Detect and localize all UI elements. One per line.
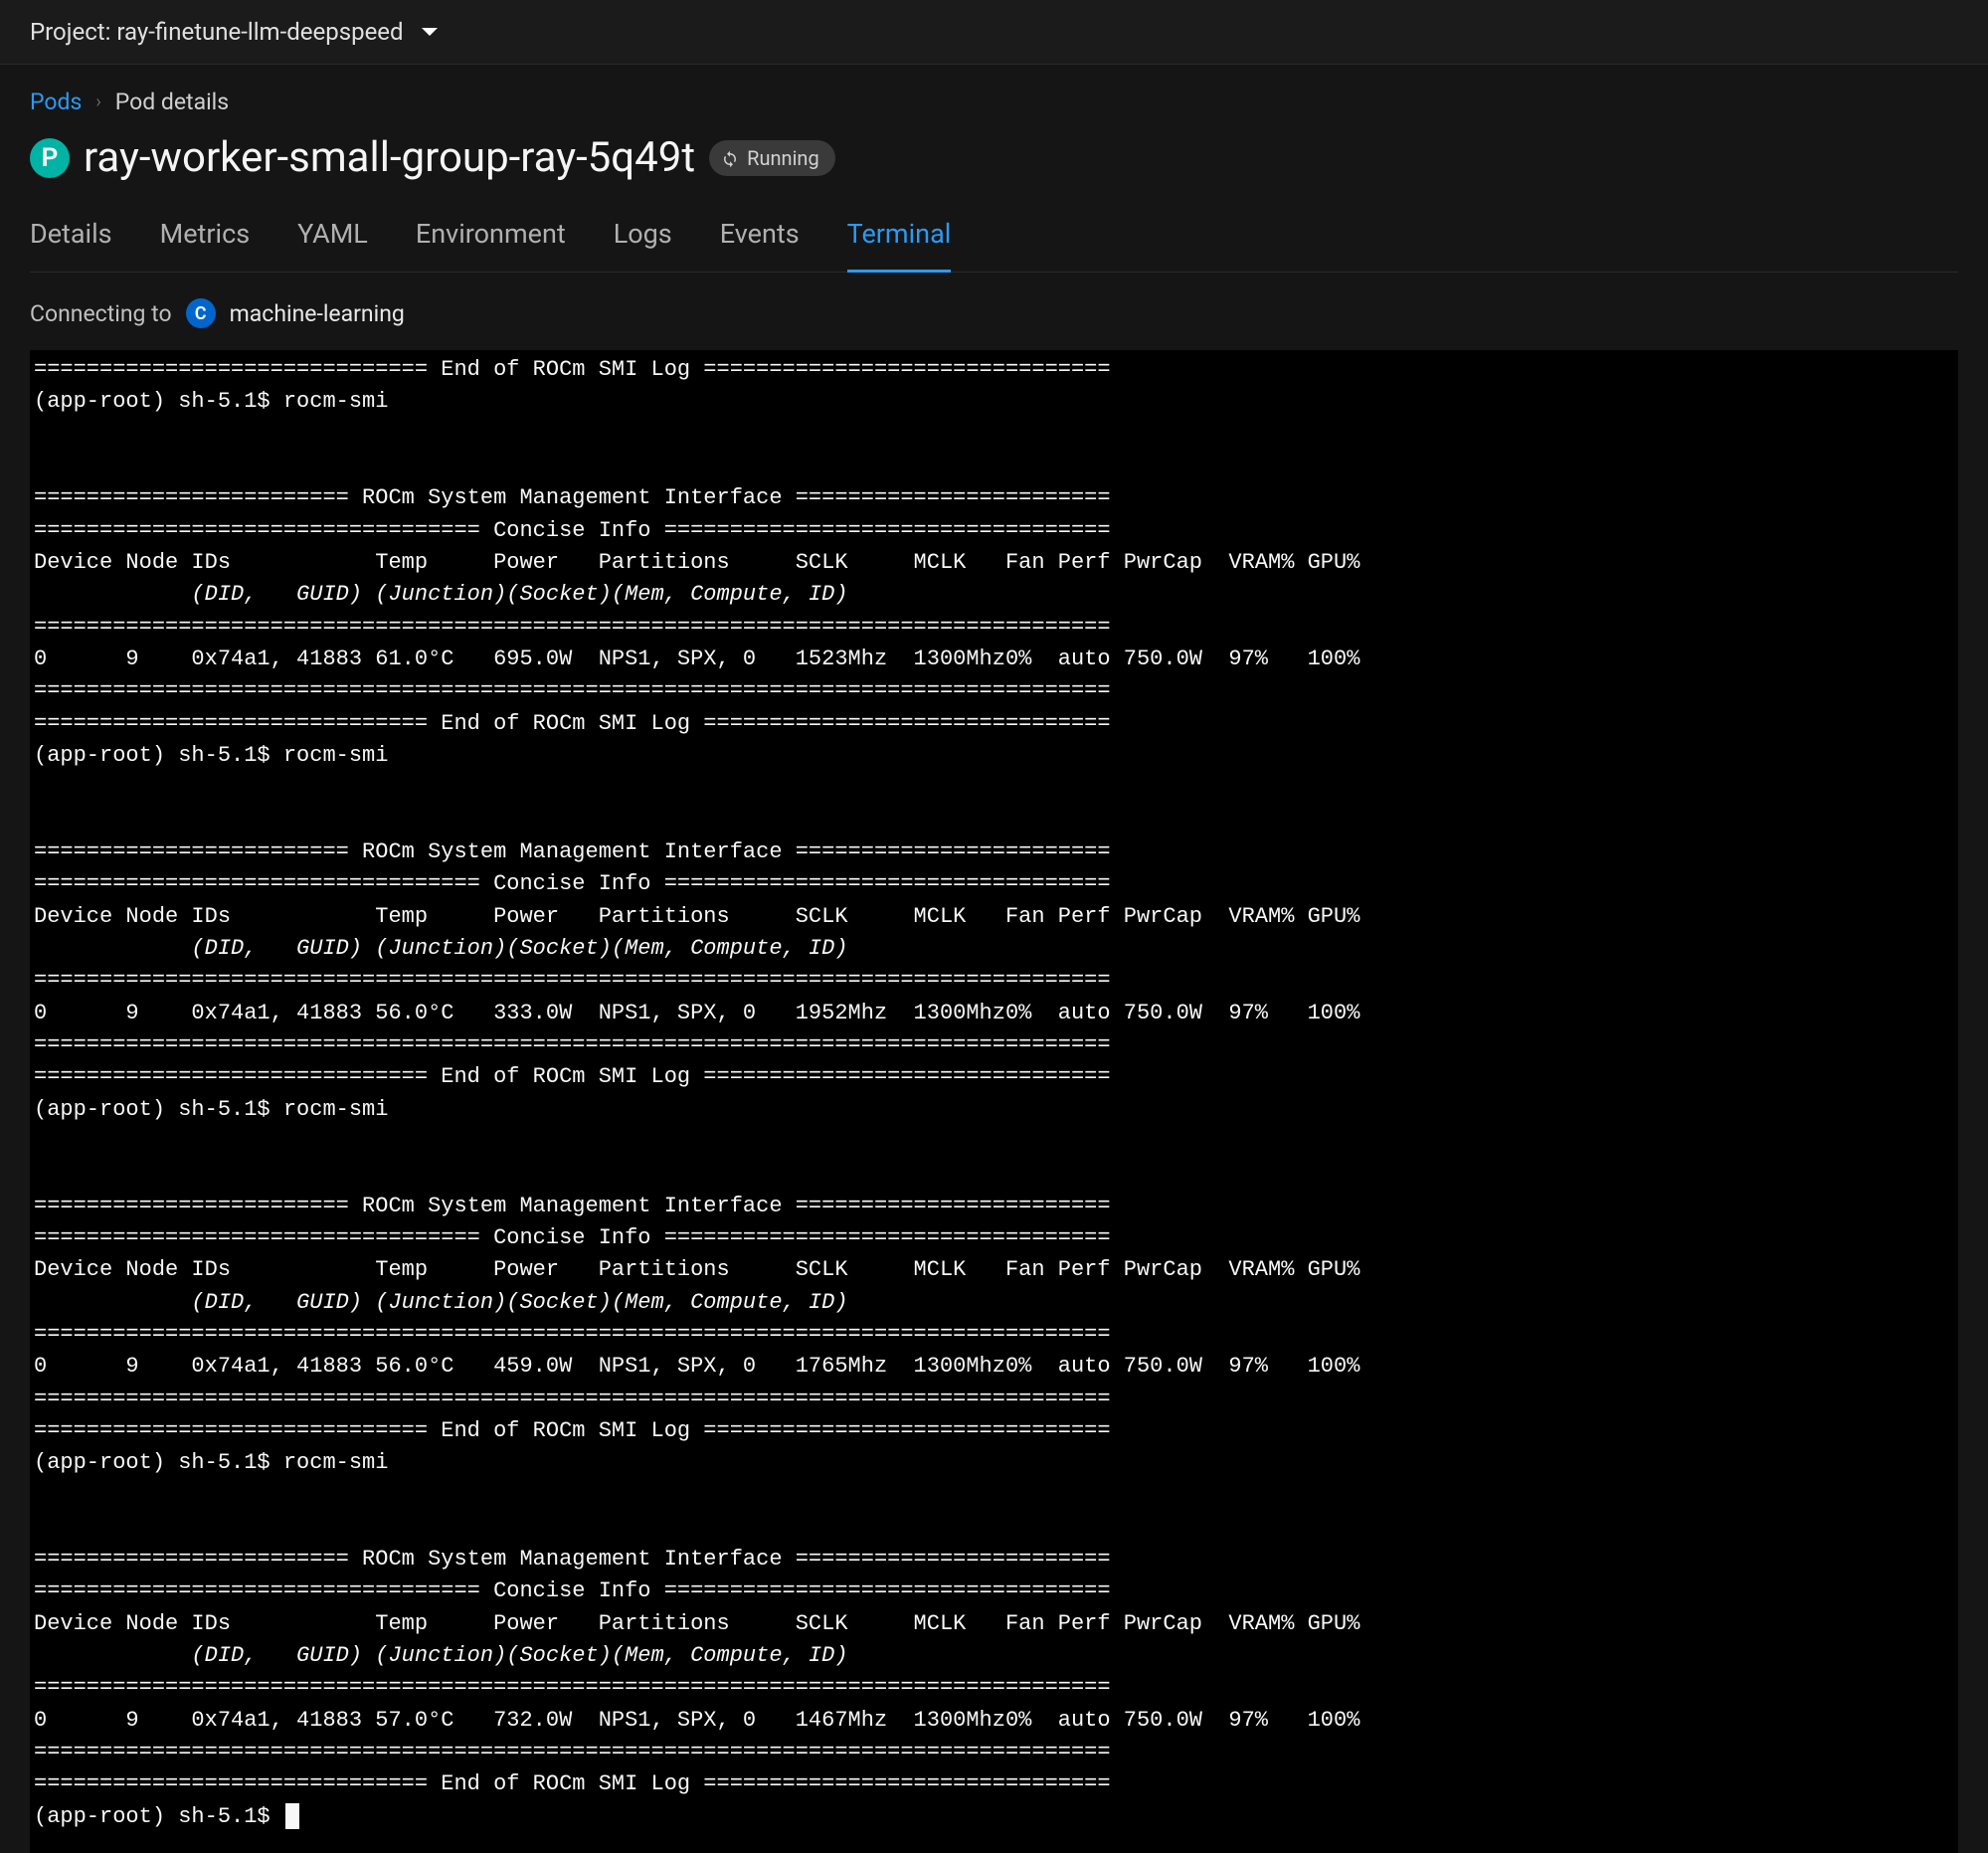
terminal-output[interactable]: ============================== End of RO… <box>30 350 1958 1853</box>
tab-terminal[interactable]: Terminal <box>847 218 952 272</box>
connecting-label: Connecting to <box>30 300 172 327</box>
tab-logs[interactable]: Logs <box>614 218 672 272</box>
tab-metrics[interactable]: Metrics <box>160 218 251 272</box>
tab-environment[interactable]: Environment <box>416 218 566 272</box>
page-title: ray-worker-small-group-ray-5q49t <box>84 133 695 182</box>
breadcrumb-root[interactable]: Pods <box>30 89 82 115</box>
sync-icon <box>721 149 739 167</box>
status-text: Running <box>747 146 819 170</box>
chevron-down-icon[interactable] <box>422 28 438 36</box>
project-label: Project: ray-finetune-llm-deepspeed <box>30 18 404 46</box>
connecting-row: Connecting to C machine-learning <box>0 273 1988 350</box>
tabs: Details Metrics YAML Environment Logs Events T… <box>30 218 1958 273</box>
pod-icon: P <box>30 138 70 178</box>
terminal-cursor <box>285 1803 299 1829</box>
breadcrumb: Pods › Pod details <box>30 89 1958 115</box>
status-badge: Running <box>709 140 835 176</box>
project-selector-bar: Project: ray-finetune-llm-deepspeed <box>0 0 1988 65</box>
tab-events[interactable]: Events <box>720 218 800 272</box>
tab-yaml[interactable]: YAML <box>297 218 368 272</box>
page-title-row: P ray-worker-small-group-ray-5q49t Runni… <box>30 133 1958 182</box>
project-selector[interactable]: Project: ray-finetune-llm-deepspeed <box>30 18 404 46</box>
chevron-right-icon: › <box>95 92 100 112</box>
breadcrumb-current: Pod details <box>115 89 229 115</box>
content-area: Pods › Pod details P ray-worker-small-gr… <box>0 65 1988 273</box>
container-icon: C <box>186 298 216 328</box>
tab-details[interactable]: Details <box>30 218 112 272</box>
container-name[interactable]: machine-learning <box>230 300 405 327</box>
